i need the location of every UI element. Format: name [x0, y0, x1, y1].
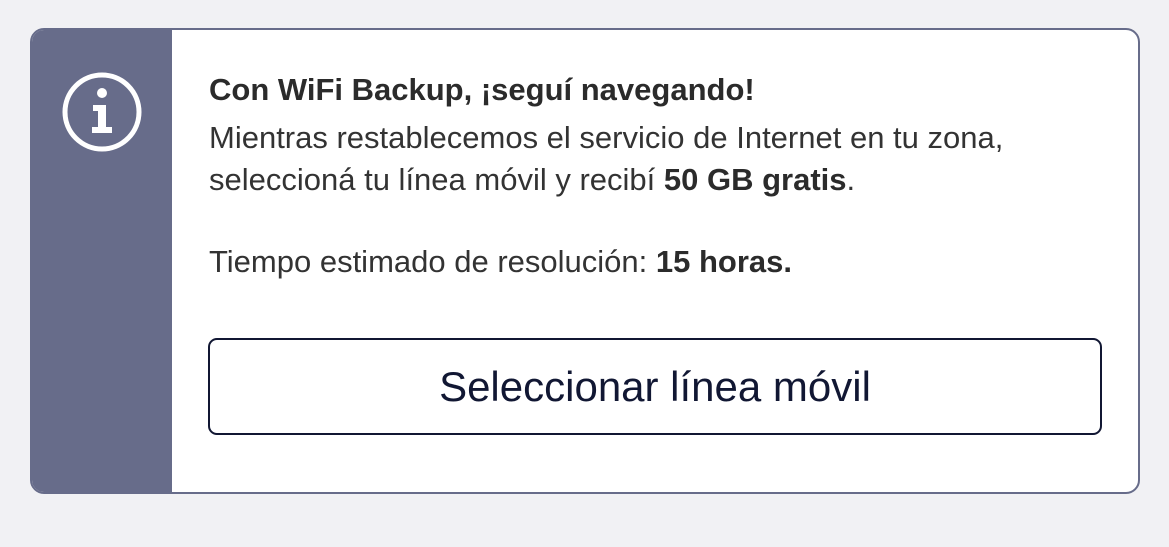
notice-content: Con WiFi Backup, ¡seguí navegando! Mient…: [209, 66, 1102, 283]
notice-message-end: .: [846, 162, 856, 197]
notice-accent-bar: [32, 30, 172, 492]
estimate-label: Tiempo estimado de resolución:: [209, 244, 656, 279]
select-mobile-line-button[interactable]: Seleccionar línea móvil: [208, 338, 1102, 435]
free-data-highlight: 50 GB gratis: [663, 162, 847, 197]
notice-message: Mientras restablecemos el servicio de In…: [209, 117, 1102, 201]
wifi-backup-notice-card: Con WiFi Backup, ¡seguí navegando! Mient…: [30, 28, 1140, 494]
estimate-value: 15 horas.: [655, 244, 792, 279]
resolution-estimate: Tiempo estimado de resolución: 15 horas.: [209, 241, 1102, 283]
notice-title: Con WiFi Backup, ¡seguí navegando!: [209, 72, 755, 107]
notice-message-text: Mientras restablecemos el servicio de In…: [209, 120, 1004, 197]
info-icon: [62, 72, 142, 152]
